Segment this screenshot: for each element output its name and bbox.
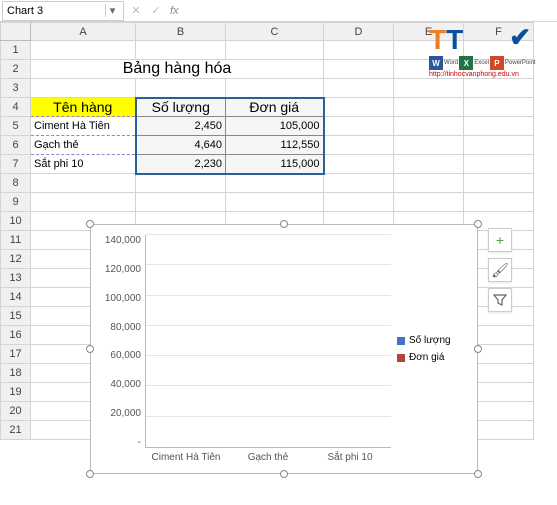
data-cell[interactable]: 2,230 <box>136 155 226 174</box>
resize-handle[interactable] <box>474 345 482 353</box>
chart-side-buttons: + 🖌 <box>488 228 512 312</box>
row-header[interactable]: 1 <box>1 41 31 60</box>
y-axis: 140,000 120,000 100,000 80,000 60,000 40… <box>95 235 145 448</box>
logo-url: http://tinhocvanphong.edu.vn <box>429 71 539 78</box>
resize-handle[interactable] <box>86 345 94 353</box>
resize-handle[interactable] <box>86 220 94 228</box>
word-icon: W <box>429 56 443 70</box>
header-cell[interactable]: Tên hàng <box>31 98 136 117</box>
legend-swatch <box>397 354 405 362</box>
chart-legend[interactable]: Số lượng Đơn giá <box>391 235 471 463</box>
fx-icon[interactable]: fx <box>170 5 179 17</box>
row-header[interactable]: 2 <box>1 60 31 79</box>
header-cell[interactable]: Đơn giá <box>226 98 324 117</box>
powerpoint-icon: P <box>490 56 504 70</box>
formula-input[interactable] <box>183 1 557 21</box>
resize-handle[interactable] <box>474 220 482 228</box>
logo: TT ✔ WWord XExcel PPowerPoint http://tin… <box>429 26 539 88</box>
resize-handle[interactable] <box>280 470 288 478</box>
confirm-icon: ✓ <box>146 1 166 21</box>
row-header[interactable]: 21 <box>1 421 31 440</box>
row-header[interactable]: 10 <box>1 212 31 231</box>
row-header[interactable]: 15 <box>1 307 31 326</box>
bars-area[interactable] <box>145 235 391 448</box>
chart-elements-button[interactable]: + <box>488 228 512 252</box>
chart-filter-button[interactable] <box>488 288 512 312</box>
col-header[interactable]: B <box>136 23 226 41</box>
col-header[interactable]: A <box>31 23 136 41</box>
cancel-icon: ✕ <box>126 1 146 21</box>
header-cell[interactable]: Số lượng <box>136 98 226 117</box>
data-cell[interactable]: 115,000 <box>226 155 324 174</box>
legend-item[interactable]: Số lượng <box>397 335 471 346</box>
col-header[interactable]: D <box>324 23 394 41</box>
data-cell[interactable]: 4,640 <box>136 136 226 155</box>
table-title[interactable]: Bảng hàng hóa <box>31 60 324 79</box>
row-header[interactable]: 6 <box>1 136 31 155</box>
chart-plot-area[interactable]: 140,000 120,000 100,000 80,000 60,000 40… <box>95 235 391 463</box>
data-cell[interactable]: Ciment Hà Tiên <box>31 117 136 136</box>
logo-letter: T <box>429 24 446 55</box>
formula-bar: Chart 3 ▾ ✕ ✓ fx <box>0 0 557 22</box>
legend-item[interactable]: Đơn giá <box>397 352 471 363</box>
logo-letter: T <box>446 24 463 55</box>
row-header[interactable]: 20 <box>1 402 31 421</box>
excel-icon: X <box>459 56 473 70</box>
name-box-value: Chart 3 <box>7 5 105 17</box>
data-cell[interactable]: Sắt phi 10 <box>31 155 136 174</box>
row-header[interactable]: 9 <box>1 193 31 212</box>
name-box-dropdown-icon[interactable]: ▾ <box>105 4 119 17</box>
data-cell[interactable]: 2,450 <box>136 117 226 136</box>
row-header[interactable]: 16 <box>1 326 31 345</box>
x-axis: Ciment Hà Tiên Gạch thẻ Sắt phi 10 <box>145 448 391 463</box>
row-header[interactable]: 11 <box>1 231 31 250</box>
resize-handle[interactable] <box>474 470 482 478</box>
data-cell[interactable]: Gạch thẻ <box>31 136 136 155</box>
row-header[interactable]: 12 <box>1 250 31 269</box>
row-header[interactable]: 13 <box>1 269 31 288</box>
legend-swatch <box>397 337 405 345</box>
row-header[interactable]: 17 <box>1 345 31 364</box>
chart-styles-button[interactable]: 🖌 <box>488 258 512 282</box>
checkmark-icon: ✔ <box>509 24 531 50</box>
row-header[interactable]: 14 <box>1 288 31 307</box>
resize-handle[interactable] <box>86 470 94 478</box>
data-cell[interactable]: 105,000 <box>226 117 324 136</box>
row-header[interactable]: 18 <box>1 364 31 383</box>
col-header[interactable]: C <box>226 23 324 41</box>
select-all-corner[interactable] <box>1 23 31 41</box>
row-header[interactable]: 7 <box>1 155 31 174</box>
row-header[interactable]: 3 <box>1 79 31 98</box>
chart-object[interactable]: 140,000 120,000 100,000 80,000 60,000 40… <box>90 224 478 474</box>
row-header[interactable]: 5 <box>1 117 31 136</box>
row-header[interactable]: 8 <box>1 174 31 193</box>
row-header[interactable]: 4 <box>1 98 31 117</box>
resize-handle[interactable] <box>280 220 288 228</box>
name-box[interactable]: Chart 3 ▾ <box>2 1 124 21</box>
data-cell[interactable]: 112,550 <box>226 136 324 155</box>
row-header[interactable]: 19 <box>1 383 31 402</box>
